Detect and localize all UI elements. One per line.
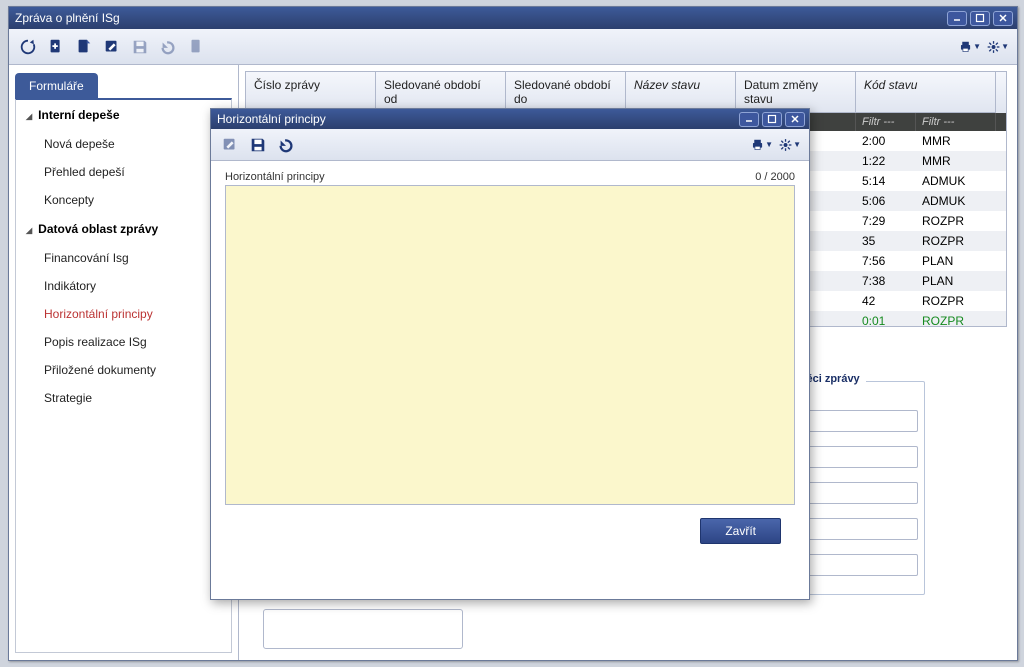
- gear-icon[interactable]: ▼: [987, 36, 1009, 58]
- nav-item-financovani[interactable]: Financování Isg: [16, 244, 231, 272]
- nav-item-popis-realizace[interactable]: Popis realizace ISg: [16, 328, 231, 356]
- dialog-char-counter: 0 / 2000: [755, 171, 795, 183]
- nav-item-koncepty[interactable]: Koncepty: [16, 186, 231, 214]
- bottom-left-box: [263, 609, 463, 649]
- col-nazev-stavu[interactable]: Název stavu: [626, 72, 736, 113]
- dialog-horizontalni-principy: Horizontální principy ▼ ▼ Horizontální p…: [210, 108, 810, 600]
- dialog-save-icon[interactable]: [247, 134, 269, 156]
- window-controls: [947, 11, 1013, 26]
- col-kod-stavu[interactable]: Kód stavu: [856, 72, 996, 113]
- nav-item-indikatory[interactable]: Indikátory: [16, 272, 231, 300]
- nav-item-horizontalni-principy[interactable]: Horizontální principy: [16, 300, 231, 328]
- save-icon[interactable]: [129, 36, 151, 58]
- dialog-maximize-button[interactable]: [762, 112, 782, 127]
- dialog-minimize-button[interactable]: [739, 112, 759, 127]
- dialog-print-icon[interactable]: ▼: [751, 134, 773, 156]
- minimize-button[interactable]: [947, 11, 967, 26]
- dialog-title: Horizontální principy: [217, 112, 326, 126]
- sidebar-tab[interactable]: Formuláře: [15, 73, 98, 99]
- dialog-titlebar: Horizontální principy: [211, 109, 809, 129]
- main-titlebar: Zpráva o plnění ISg: [9, 7, 1017, 29]
- nav-item-prilozene-dokumenty[interactable]: Přiložené dokumenty: [16, 356, 231, 384]
- sidebar-nav: Interní depeše Nová depeše Přehled depeš…: [15, 98, 232, 653]
- nav-group-interni-depese[interactable]: Interní depeše: [16, 100, 231, 130]
- dialog-body: Horizontální principy 0 / 2000 Zavřít: [211, 161, 809, 556]
- dialog-close-button[interactable]: [785, 112, 805, 127]
- col-obdobi-od[interactable]: Sledované období od: [376, 72, 506, 113]
- col-obdobi-do[interactable]: Sledované období do: [506, 72, 626, 113]
- nav-item-prehled-depesi[interactable]: Přehled depeší: [16, 158, 231, 186]
- window-title: Zpráva o plnění ISg: [15, 11, 120, 25]
- dialog-undo-icon[interactable]: [275, 134, 297, 156]
- edit-icon[interactable]: [101, 36, 123, 58]
- dialog-field-label: Horizontální principy: [225, 171, 325, 183]
- filter-kod2[interactable]: Filtr ---: [916, 113, 996, 131]
- dialog-toolbar: ▼ ▼: [211, 129, 809, 161]
- col-cislo-zpravy[interactable]: Číslo zprávy: [246, 72, 376, 113]
- document-icon[interactable]: [185, 36, 207, 58]
- new-doc-icon[interactable]: [45, 36, 67, 58]
- col-datum-zmeny[interactable]: Datum změny stavu: [736, 72, 856, 113]
- undo-icon[interactable]: [157, 36, 179, 58]
- filter-kod1[interactable]: Filtr ---: [856, 113, 916, 131]
- sidebar: Formuláře Interní depeše Nová depeše Pře…: [9, 65, 239, 660]
- close-button[interactable]: [993, 11, 1013, 26]
- nav-item-nova-depese[interactable]: Nová depeše: [16, 130, 231, 158]
- refresh-icon[interactable]: [17, 36, 39, 58]
- open-icon[interactable]: [73, 36, 95, 58]
- dialog-zavrit-button[interactable]: Zavřít: [700, 518, 781, 544]
- horizontalni-principy-textarea[interactable]: [225, 185, 795, 505]
- maximize-button[interactable]: [970, 11, 990, 26]
- nav-group-datova-oblast[interactable]: Datová oblast zprávy: [16, 214, 231, 244]
- grid-header-row: Číslo zprávy Sledované období od Sledova…: [246, 72, 1006, 113]
- print-icon[interactable]: ▼: [959, 36, 981, 58]
- dialog-gear-icon[interactable]: ▼: [779, 134, 801, 156]
- dialog-edit-icon[interactable]: [219, 134, 241, 156]
- nav-item-strategie[interactable]: Strategie: [16, 384, 231, 412]
- main-toolbar: ▼ ▼: [9, 29, 1017, 65]
